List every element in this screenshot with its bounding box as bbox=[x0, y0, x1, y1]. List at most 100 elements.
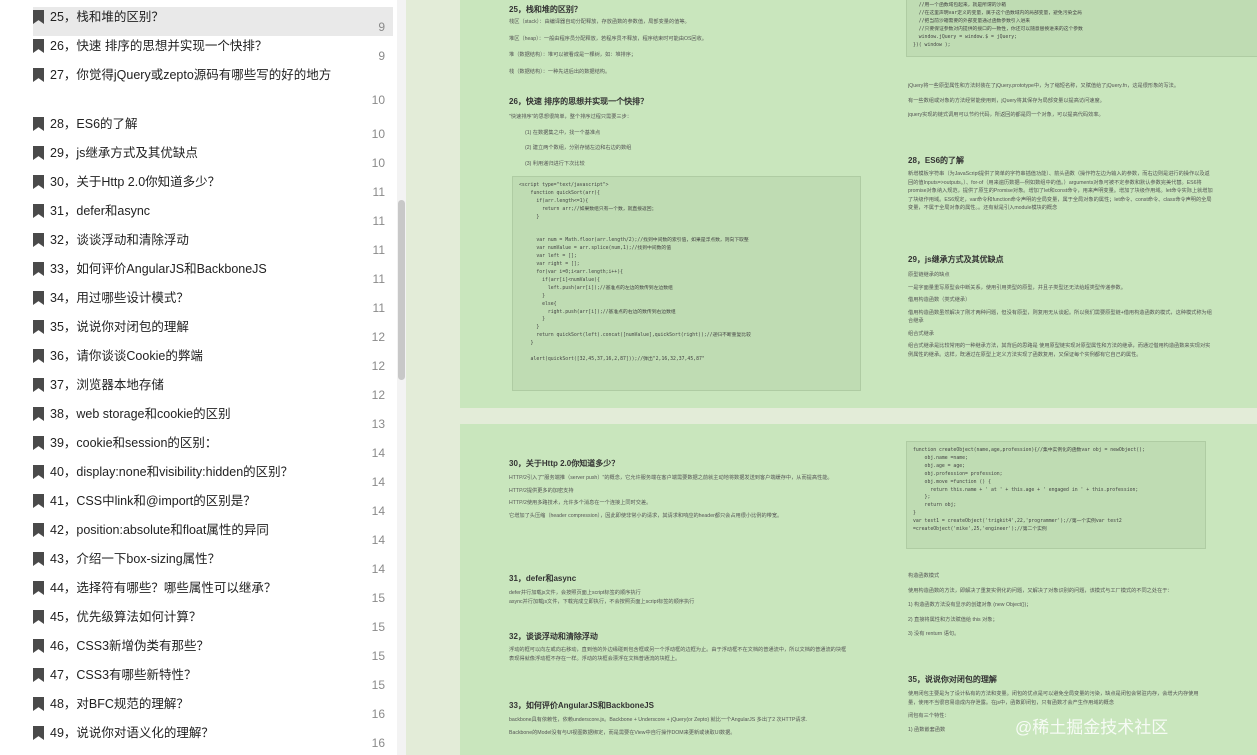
sidebar-item-label: 34，用过哪些设计模式？ bbox=[50, 291, 189, 305]
bookmark-icon bbox=[33, 407, 44, 421]
sidebar-item-page: 12 bbox=[371, 330, 385, 344]
bookmark-icon bbox=[33, 349, 44, 363]
sidebar-item[interactable]: 39，cookie和session的区别： 14 bbox=[33, 433, 393, 462]
sidebar-item[interactable]: 36，请你谈谈Cookie的弊端 12 bbox=[33, 346, 393, 375]
section-text: 新增模板字符串（为JavaScript提供了简单的字符串插值功能）、箭头函数（操… bbox=[908, 171, 1213, 211]
watermark: @稀土掘金技术社区 bbox=[1015, 718, 1169, 737]
sidebar-item-page: 9 bbox=[378, 20, 385, 34]
bookmark-icon bbox=[33, 465, 44, 479]
sidebar-item-label: 33，如何评价AngularJS和BackboneJS bbox=[50, 262, 267, 276]
sidebar-item[interactable]: 30，关于Http 2.0你知道多少？ 11 bbox=[33, 172, 393, 201]
sidebar-item[interactable]: 49，说说你对语义化的理解？ 16 bbox=[33, 723, 393, 752]
sidebar-item[interactable]: 43，介绍一下box-sizing属性？ 14 bbox=[33, 549, 393, 578]
sidebar-item[interactable]: 28，ES6的了解 10 bbox=[33, 114, 393, 143]
sidebar-item-page: 11 bbox=[372, 214, 385, 228]
section-text: "快速排序"的思想很简单，整个排序过程只需要三步： (1) 在数据集之中，找一个… bbox=[509, 114, 632, 167]
sidebar-item[interactable]: 41，CSS中link和@import的区别是？ 14 bbox=[33, 491, 393, 520]
sidebar-item-label: 49，说说你对语义化的理解？ bbox=[50, 726, 214, 740]
sidebar-item[interactable]: 38，web storage和cookie的区别 13 bbox=[33, 404, 393, 433]
sidebar-item[interactable]: 31，defer和async 11 bbox=[33, 201, 393, 230]
sidebar-item-page: 15 bbox=[371, 620, 385, 634]
bookmark-icon bbox=[33, 204, 44, 218]
sidebar-item-page: 9 bbox=[378, 49, 385, 63]
sidebar-item[interactable]: 48，对BFC规范的理解？ 16 bbox=[33, 694, 393, 723]
bookmark-icon bbox=[33, 697, 44, 711]
section-text: backbone具有依赖性，依赖underscore.js。Backbone +… bbox=[509, 717, 808, 736]
bookmark-icon bbox=[33, 233, 44, 247]
section-text: defer并行加载js文件，会按照页面上script标签的顺序执行 async并… bbox=[509, 590, 695, 605]
sidebar-item[interactable]: 32，谈谈浮动和清除浮动 11 bbox=[33, 230, 393, 259]
bookmark-icon bbox=[33, 378, 44, 392]
sidebar-item-page: 14 bbox=[371, 562, 385, 576]
sidebar-item-label: 26，快速 排序的思想并实现一个快排？ bbox=[50, 39, 268, 53]
document-viewer: 25，栈和堆的区别？ 栈区（stack）：由编译器自动分配释放，存放函数的参数值… bbox=[406, 0, 1257, 755]
sidebar-item-label: 46，CSS3新增伪类有那些？ bbox=[50, 639, 210, 653]
section-heading: 28，ES6的了解 bbox=[908, 156, 965, 165]
sidebar-item-page: 12 bbox=[371, 359, 385, 373]
sidebar-item[interactable]: 25，栈和堆的区别？ 9 bbox=[33, 7, 393, 36]
bookmark-icon bbox=[33, 68, 44, 82]
sidebar-item[interactable]: 42，position:absolute和float属性的异同 14 bbox=[33, 520, 393, 549]
section-text: jQuery将一些原型属性和方法封装在了jQuery.prototype中，为了… bbox=[908, 83, 1180, 118]
section-text: HTTP/2引入了"服务端推（server push）"的概念，它允许服务端在客… bbox=[509, 475, 833, 519]
sidebar-item[interactable]: 35，说说你对闭包的理解 12 bbox=[33, 317, 393, 346]
sidebar-item-label: 42，position:absolute和float属性的异同 bbox=[50, 523, 269, 537]
sidebar-item[interactable]: 27，你觉得jQuery或zepto源码有哪些写的好的地方 10 bbox=[33, 65, 393, 109]
bookmark-icon bbox=[33, 175, 44, 189]
code-block: <script type="text/javascript"> function… bbox=[512, 176, 861, 391]
sidebar-item[interactable]: 44，选择符有哪些？哪些属性可以继承？ 15 bbox=[33, 578, 393, 607]
section-text: 栈区（stack）：由编译器自动分配释放，存放函数的参数值，局部变量的值等。 堆… bbox=[509, 19, 707, 75]
sidebar-item-page: 11 bbox=[372, 272, 385, 286]
bookmark-icon bbox=[33, 523, 44, 537]
sidebar-item-page: 14 bbox=[371, 446, 385, 460]
sidebar-item-page: 15 bbox=[371, 591, 385, 605]
sidebar-item-label: 48，对BFC规范的理解？ bbox=[50, 697, 189, 711]
sidebar-item-page: 13 bbox=[371, 417, 385, 431]
sidebar-item[interactable]: 26，快速 排序的思想并实现一个快排？ 9 bbox=[33, 36, 393, 65]
sidebar-item[interactable]: 47，CSS3有哪些新特性？ 15 bbox=[33, 665, 393, 694]
document-page: 25，栈和堆的区别？ 栈区（stack）：由编译器自动分配释放，存放函数的参数值… bbox=[460, 0, 1257, 408]
sidebar-item-page: 10 bbox=[371, 93, 385, 107]
section-heading: 33，如何评价AngularJS和BackboneJS bbox=[509, 701, 654, 710]
bookmark-icon bbox=[33, 262, 44, 276]
sidebar-item-label: 32，谈谈浮动和清除浮动 bbox=[50, 233, 189, 247]
code-block: function createObject(name,age,professio… bbox=[906, 441, 1206, 549]
sidebar-item-label: 35，说说你对闭包的理解 bbox=[50, 320, 189, 334]
sidebar-item-label: 40，display:none和visibility:hidden的区别？ bbox=[50, 465, 294, 479]
sidebar-item[interactable]: 45，优先级算法如何计算？ 15 bbox=[33, 607, 393, 636]
sidebar-item-page: 16 bbox=[371, 736, 385, 750]
bookmark-icon bbox=[33, 146, 44, 160]
sidebar-item-label: 39，cookie和session的区别： bbox=[50, 436, 218, 450]
sidebar-item-page: 15 bbox=[371, 678, 385, 692]
sidebar-item-page: 15 bbox=[371, 649, 385, 663]
sidebar-item-label: 47，CSS3有哪些新特性？ bbox=[50, 668, 197, 682]
sidebar-item-page: 12 bbox=[371, 388, 385, 402]
bookmark-icon bbox=[33, 39, 44, 53]
bookmark-icon bbox=[33, 552, 44, 566]
sidebar-item-label: 25，栈和堆的区别？ bbox=[50, 10, 164, 24]
sidebar-item-page: 11 bbox=[372, 301, 385, 315]
sidebar-item[interactable]: 33，如何评价AngularJS和BackboneJS 11 bbox=[33, 259, 393, 288]
scrollbar-thumb[interactable] bbox=[398, 200, 405, 380]
bookmark-icon bbox=[33, 320, 44, 334]
section-heading: 25，栈和堆的区别？ bbox=[509, 5, 582, 14]
section-text: 构造函数模式 使用构造函数的方法，即解决了重复实例化的问题，又解决了对象识别的问… bbox=[908, 573, 1173, 637]
sidebar-item-page: 10 bbox=[371, 127, 385, 141]
sidebar-item-label: 37，浏览器本地存储 bbox=[50, 378, 164, 392]
sidebar-item-page: 14 bbox=[371, 533, 385, 547]
bookmark-icon bbox=[33, 668, 44, 682]
sidebar-item-label: 28，ES6的了解 bbox=[50, 117, 138, 131]
sidebar-item[interactable]: 29，js继承方式及其优缺点 10 bbox=[33, 143, 393, 172]
sidebar-item-label: 43，介绍一下box-sizing属性？ bbox=[50, 552, 221, 566]
sidebar-item[interactable]: 34，用过哪些设计模式？ 11 bbox=[33, 288, 393, 317]
sidebar-item[interactable]: 40，display:none和visibility:hidden的区别？ 14 bbox=[33, 462, 393, 491]
sidebar-item[interactable]: 46，CSS3新增伪类有那些？ 15 bbox=[33, 636, 393, 665]
sidebar-item-page: 11 bbox=[372, 185, 385, 199]
sidebar-item-label: 38，web storage和cookie的区别 bbox=[50, 407, 231, 421]
bookmark-icon bbox=[33, 291, 44, 305]
sidebar-item-label: 36，请你谈谈Cookie的弊端 bbox=[50, 349, 203, 363]
sidebar-scrollbar[interactable] bbox=[397, 0, 406, 755]
section-text: 原型链继承的缺点 一是字面量重写原型会中断关系，使用引用类型的原型，并且子类型还… bbox=[908, 272, 1212, 358]
bookmark-icon bbox=[33, 117, 44, 131]
sidebar-item[interactable]: 37，浏览器本地存储 12 bbox=[33, 375, 393, 404]
